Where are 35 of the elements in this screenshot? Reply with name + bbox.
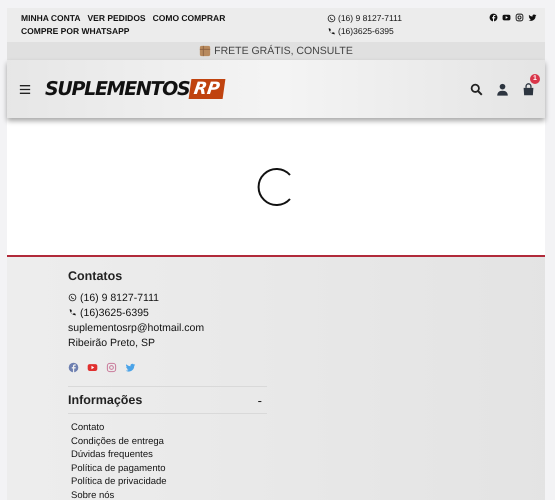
- phone-icon: [68, 308, 77, 317]
- logo-text[interactable]: SUPLEMENTOS: [45, 78, 190, 100]
- top-nav-link[interactable]: MINHA CONTA: [21, 13, 80, 23]
- collapse-toggle[interactable]: -: [258, 392, 267, 408]
- phone-number: (16)3625-6395: [338, 26, 394, 36]
- city-text: Ribeirão Preto, SP: [68, 336, 155, 348]
- footer-link[interactable]: Política de pagamento: [71, 462, 267, 476]
- section-title: Informações: [68, 393, 142, 407]
- top-nav-link[interactable]: VER PEDIDOS: [88, 13, 146, 23]
- phone-number: (16)3625-6395: [80, 306, 149, 318]
- search-icon[interactable]: [470, 82, 483, 96]
- email-address: suplementosrp@hotmail.com: [68, 322, 204, 334]
- whatsapp-icon: [327, 14, 336, 22]
- shopping-bag-icon[interactable]: [522, 82, 535, 96]
- top-nav-link[interactable]: COMO COMPRAR: [152, 13, 226, 23]
- shipping-text: FRETE GRÁTIS, CONSULTE: [214, 45, 353, 57]
- twitter-icon[interactable]: [528, 13, 537, 22]
- footer-link[interactable]: Sobre nós: [71, 488, 267, 500]
- footer-link[interactable]: Política de privacidade: [71, 475, 267, 489]
- section-title: Contatos: [68, 269, 124, 283]
- logo-badge[interactable]: RP: [189, 79, 226, 99]
- footer-link[interactable]: Dúvidas frequentes: [71, 448, 267, 462]
- footer-link[interactable]: Condições de entrega: [71, 434, 267, 448]
- user-icon[interactable]: [496, 82, 509, 96]
- whatsapp-icon: [68, 293, 77, 302]
- youtube-icon[interactable]: [502, 13, 511, 22]
- top-nav-link[interactable]: COMPRE POR WHATSAPP: [21, 26, 130, 36]
- whatsapp-number: (16) 9 8127-7111: [338, 13, 402, 23]
- phone-icon: [327, 26, 336, 36]
- menu-icon[interactable]: [19, 84, 31, 94]
- whatsapp-number: (16) 9 8127-7111: [80, 292, 160, 304]
- footer-link[interactable]: Contato: [71, 421, 267, 435]
- facebook-icon[interactable]: [489, 13, 498, 22]
- instagram-icon[interactable]: [515, 13, 524, 22]
- box-icon: [199, 45, 212, 57]
